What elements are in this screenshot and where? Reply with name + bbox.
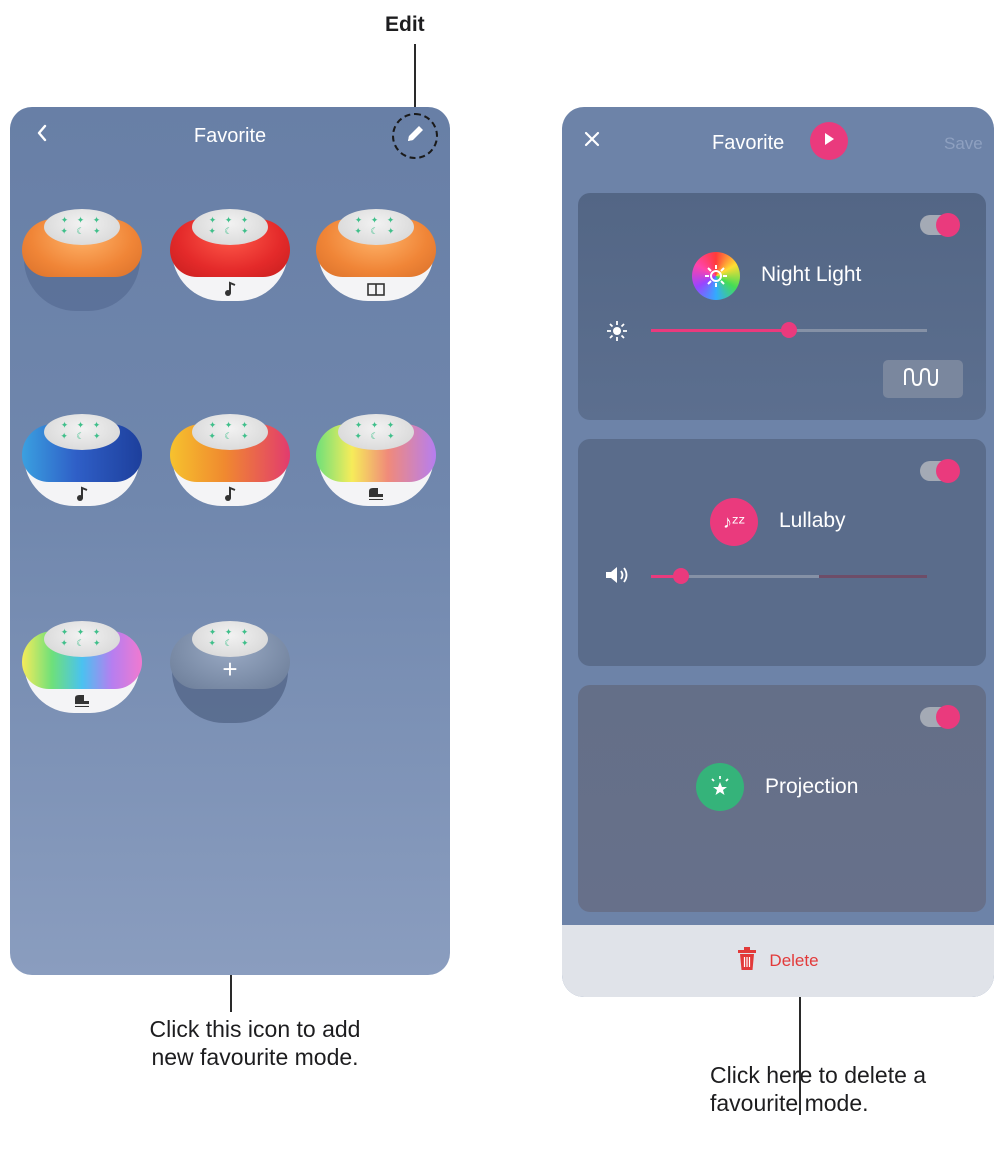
night-light-icon [692,252,740,300]
music-note-icon [72,486,92,502]
play-button[interactable] [810,122,848,160]
brightness-slider-thumb[interactable] [781,322,797,338]
music-note-icon [220,281,240,297]
star-pattern: ✦ ✦ ✦ ✦ ☾ ✦ [208,627,252,648]
favorite-device-6[interactable]: ✦ ✦ ✦ ✦ ☾ ✦ [316,412,436,512]
close-icon[interactable] [584,131,600,152]
brightness-slider-fill [651,329,789,332]
star-pattern: ✦ ✦ ✦ ✦ ☾ ✦ [208,420,252,441]
edit-callout-line [414,44,416,112]
favorite-device-3[interactable]: ✦ ✦ ✦ ✦ ☾ ✦ [316,207,436,307]
wave-icon [903,367,943,392]
star-pattern: ✦ ✦ ✦ ✦ ☾ ✦ [60,627,104,648]
piano-icon [72,693,92,709]
brightness-icon [606,320,628,347]
night-light-label: Night Light [761,263,862,286]
add-callout-line1: Click this icon to add [149,1016,361,1042]
star-pattern: ✦ ✦ ✦ ✦ ☾ ✦ [60,420,104,441]
nav-bar: Favorite Save [562,107,994,179]
lullaby-label: Lullaby [779,509,846,532]
save-button[interactable]: Save [944,134,983,154]
lullaby-toggle[interactable] [920,459,960,483]
delete-button[interactable]: Delete [562,925,994,997]
projection-card: Projection [578,685,986,912]
favorite-device-4[interactable]: ✦ ✦ ✦ ✦ ☾ ✦ [22,412,142,512]
music-note-icon [220,486,240,502]
add-icon: + [222,654,238,684]
lullaby-card: ♪ᶻᶻ Lullaby [578,439,986,666]
page-title: Favorite [712,132,785,154]
edit-button[interactable] [392,113,438,159]
book-icon [366,281,386,297]
edit-callout-label: Edit [385,13,425,36]
favorite-device-5[interactable]: ✦ ✦ ✦ ✦ ☾ ✦ [170,412,290,512]
breathing-mode-button[interactable] [883,360,963,398]
play-icon [822,131,836,152]
projection-toggle[interactable] [920,705,960,729]
favorite-device-2[interactable]: ✦ ✦ ✦ ✦ ☾ ✦ [170,207,290,307]
delete-callout-line2: favourite mode. [710,1089,869,1116]
add-callout-line2: new favourite mode. [151,1043,359,1070]
star-pattern: ✦ ✦ ✦ ✦ ☾ ✦ [354,420,398,441]
piano-icon [366,486,386,502]
volume-icon [604,565,630,590]
volume-slider-thumb[interactable] [673,568,689,584]
nav-bar: Favorite [10,107,450,167]
trash-icon [737,946,757,976]
night-light-card: Night Light [578,193,986,420]
add-favorite-button[interactable]: ✦ ✦ ✦ ✦ ☾ ✦ + [170,619,290,723]
edit-favorite-screen: Favorite Save Night Light ♪ᶻᶻ Lullaby Pr… [562,107,994,997]
volume-slider-track-lower [819,575,927,578]
projection-label: Projection [765,775,859,798]
night-light-toggle[interactable] [920,213,960,237]
star-pattern: ✦ ✦ ✦ ✦ ☾ ✦ [208,215,252,236]
pencil-icon [404,123,426,150]
projection-icon [696,763,744,811]
star-pattern: ✦ ✦ ✦ ✦ ☾ ✦ [60,215,104,236]
favorite-device-1[interactable]: ✦ ✦ ✦ ✦ ☾ ✦ [22,207,142,311]
lullaby-icon: ♪ᶻᶻ [710,498,758,546]
favorite-device-7[interactable]: ✦ ✦ ✦ ✦ ☾ ✦ [22,619,142,719]
delete-callout-line1: Click here to delete a [710,1062,927,1088]
favorites-grid-screen: Favorite ✦ ✦ ✦ ✦ ☾ ✦ ✦ ✦ ✦ ✦ ☾ ✦ ✦ ✦ ✦ ✦ ☾ … [10,107,450,975]
page-title: Favorite [193,125,267,147]
star-pattern: ✦ ✦ ✦ ✦ ☾ ✦ [354,215,398,236]
delete-label: Delete [769,951,819,970]
delete-callout-text: Click here to delete a favourite mode. [710,1062,970,1117]
add-callout-text: Click this icon to add new favourite mod… [130,1016,380,1071]
